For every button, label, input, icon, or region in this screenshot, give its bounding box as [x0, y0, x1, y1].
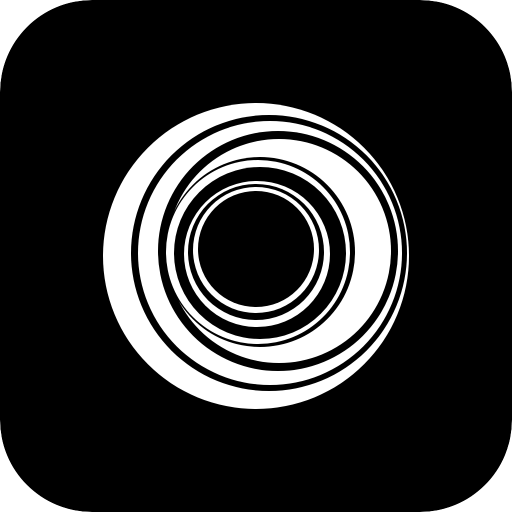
app-icon[interactable] — [0, 0, 512, 512]
ring-group — [103, 103, 409, 409]
concentric-rings-icon — [0, 0, 512, 512]
ring-center-hole — [198, 191, 314, 307]
